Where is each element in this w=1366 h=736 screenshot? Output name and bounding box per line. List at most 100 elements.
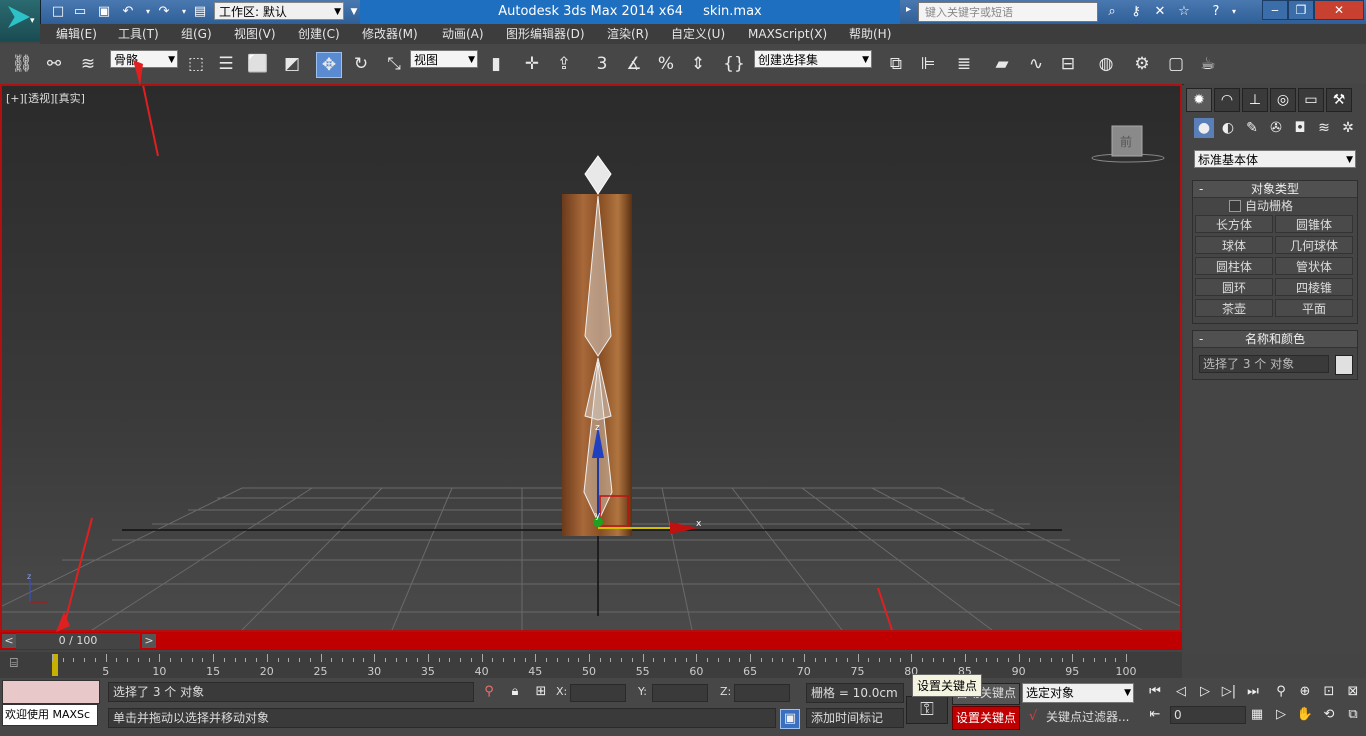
bind-space-warp-icon[interactable]: ≋	[76, 52, 100, 76]
play-icon[interactable]: ▷	[1196, 683, 1214, 701]
selection-filter-dropdown[interactable]: 骨骼 ▼	[110, 50, 178, 68]
menu-edit[interactable]: 编辑(E)	[56, 24, 97, 44]
rendered-frame-window-icon[interactable]: ▢	[1164, 52, 1188, 76]
pivot-center-icon[interactable]: ▮	[484, 52, 508, 76]
maxscript-listener-pink[interactable]	[2, 680, 100, 704]
field-of-view-icon[interactable]: ▷	[1272, 706, 1290, 724]
go-to-start-icon[interactable]: ⏮	[1146, 683, 1164, 701]
next-key-icon[interactable]: ▷|	[1220, 683, 1238, 701]
select-manipulate-icon[interactable]: ✛	[520, 52, 544, 76]
favorites-star-icon[interactable]: ☆	[1176, 4, 1192, 20]
mini-curve-editor-icon[interactable]: ⌸	[10, 656, 30, 672]
minimize-icon[interactable]: ‒	[1262, 0, 1288, 20]
modify-tab-icon[interactable]: ◠	[1214, 88, 1240, 112]
menu-rendering[interactable]: 渲染(R)	[607, 24, 649, 44]
create-tab-icon[interactable]: ✹	[1186, 88, 1212, 112]
select-object-icon[interactable]: ⬚	[184, 52, 208, 76]
menu-customize[interactable]: 自定义(U)	[671, 24, 725, 44]
time-configuration-icon[interactable]: ▦	[1248, 706, 1266, 724]
auto-grid-checkbox[interactable]	[1229, 200, 1241, 212]
track-bar[interactable]: ⌸ 5 10 15 20 25 30 35 40 45 50 55 60 65 70 75 80 85 90 95 1…	[0, 652, 1182, 678]
subscription-icon[interactable]: ⚷	[1128, 4, 1144, 20]
edit-named-selection-icon[interactable]: {}	[722, 52, 746, 76]
project-folder-icon[interactable]: ▤	[192, 4, 208, 20]
utilities-tab-icon[interactable]: ⚒	[1326, 88, 1352, 112]
zoom-icon[interactable]: ⚲	[1272, 683, 1290, 701]
close-icon[interactable]: ✕	[1314, 0, 1364, 20]
object-color-swatch[interactable]	[1335, 355, 1353, 375]
menu-tools[interactable]: 工具(T)	[118, 24, 159, 44]
perspective-viewport[interactable]: [+][透视][真实] z x y z 前	[0, 84, 1182, 632]
help-dropdown-icon[interactable]: ▾	[1226, 4, 1242, 20]
geosphere-button[interactable]: 几何球体	[1275, 236, 1353, 254]
shapes-icon[interactable]: ◐	[1218, 118, 1238, 138]
help-icon[interactable]: ?	[1208, 4, 1224, 20]
time-slider-thumb[interactable]: 0 / 100	[16, 633, 140, 649]
binoculars-icon[interactable]: ⌕	[1104, 4, 1120, 20]
redo-dropdown-icon[interactable]: ▾	[176, 4, 192, 20]
isolate-selection-icon[interactable]: ⚲	[480, 683, 498, 701]
new-file-icon[interactable]: □	[50, 4, 66, 20]
helpers-icon[interactable]: ◘	[1290, 118, 1310, 138]
select-by-name-icon[interactable]: ☰	[214, 52, 238, 76]
angle-snap-icon[interactable]: ∡	[622, 52, 646, 76]
reference-coordinate-dropdown[interactable]: 视图 ▼	[410, 50, 478, 68]
material-editor-icon[interactable]: ◍	[1094, 52, 1118, 76]
zoom-extents-all-icon[interactable]: ⊠	[1344, 683, 1362, 701]
object-type-header[interactable]: - 对象类型	[1193, 181, 1357, 198]
sphere-button[interactable]: 球体	[1195, 236, 1273, 254]
snaps-toggle-icon[interactable]: 3	[590, 52, 614, 76]
menu-maxscript[interactable]: MAXScript(X)	[748, 24, 827, 44]
key-mode-toggle-icon[interactable]: ⇤	[1146, 706, 1164, 724]
selection-lock-icon[interactable]: 🔒︎	[506, 683, 524, 701]
hierarchy-tab-icon[interactable]: ⊥	[1242, 88, 1268, 112]
maximize-viewport-icon[interactable]: ⧉	[1344, 706, 1362, 724]
select-and-rotate-icon[interactable]: ↻	[349, 52, 373, 76]
menu-group[interactable]: 组(G)	[181, 24, 212, 44]
pan-view-icon[interactable]: ✋	[1296, 706, 1314, 724]
percent-snap-icon[interactable]: %	[654, 52, 678, 76]
rectangular-selection-icon[interactable]: ⬜	[246, 52, 270, 76]
teapot-button[interactable]: 茶壶	[1195, 299, 1273, 317]
time-slider[interactable]: < 0 / 100 >	[0, 632, 1182, 650]
menu-animation[interactable]: 动画(A)	[442, 24, 484, 44]
menu-modifiers[interactable]: 修改器(M)	[362, 24, 418, 44]
tube-button[interactable]: 管状体	[1275, 257, 1353, 275]
current-frame-field[interactable]: 0	[1170, 706, 1246, 724]
space-warps-icon[interactable]: ≋	[1314, 118, 1334, 138]
absolute-mode-icon[interactable]: ⊞	[532, 683, 550, 701]
undo-icon[interactable]: ↶	[120, 4, 136, 20]
bone-end-nub[interactable]	[584, 155, 612, 195]
search-expand-icon[interactable]: ▸	[906, 4, 916, 20]
geometry-icon[interactable]: ●	[1194, 118, 1214, 138]
go-to-end-icon[interactable]: ⏭	[1244, 683, 1262, 701]
curve-editor-icon[interactable]: ∿	[1024, 52, 1048, 76]
maxscript-mini-listener[interactable]: 欢迎使用 MAXSc	[2, 704, 98, 726]
restore-icon[interactable]: ❐	[1288, 0, 1314, 20]
previous-frame-icon[interactable]: <	[2, 634, 16, 648]
cylinder-button[interactable]: 圆柱体	[1195, 257, 1273, 275]
z-coordinate-field[interactable]	[734, 684, 790, 702]
schematic-view-icon[interactable]: ⊟	[1056, 52, 1080, 76]
key-icon[interactable]: ⚿	[906, 696, 948, 724]
box-button[interactable]: 长方体	[1195, 215, 1273, 233]
keyboard-shortcut-toggle-icon[interactable]: ⇪	[552, 52, 576, 76]
set-key-button[interactable]: 设置关键点	[952, 706, 1020, 730]
search-input[interactable]: 键入关键字或短语	[918, 2, 1098, 22]
render-setup-icon[interactable]: ⚙	[1130, 52, 1154, 76]
previous-key-icon[interactable]: ◁	[1172, 683, 1190, 701]
lights-icon[interactable]: ✎	[1242, 118, 1262, 138]
plane-button[interactable]: 平面	[1275, 299, 1353, 317]
menu-help[interactable]: 帮助(H)	[849, 24, 891, 44]
cone-button[interactable]: 圆锥体	[1275, 215, 1353, 233]
add-time-tag[interactable]: 添加时间标记	[806, 708, 904, 728]
name-color-header[interactable]: - 名称和颜色	[1193, 331, 1357, 348]
named-selection-dropdown[interactable]: 创建选择集 ▼	[754, 50, 872, 68]
window-crossing-icon[interactable]: ◩	[280, 52, 304, 76]
spinner-snap-icon[interactable]: ⇕	[686, 52, 710, 76]
object-name-field[interactable]: 选择了 3 个 对象	[1199, 355, 1329, 373]
zoom-extents-icon[interactable]: ⊡	[1320, 683, 1338, 701]
systems-icon[interactable]: ✲	[1338, 118, 1358, 138]
orbit-icon[interactable]: ⟲	[1320, 706, 1338, 724]
select-and-move-icon[interactable]: ✥	[316, 52, 342, 78]
